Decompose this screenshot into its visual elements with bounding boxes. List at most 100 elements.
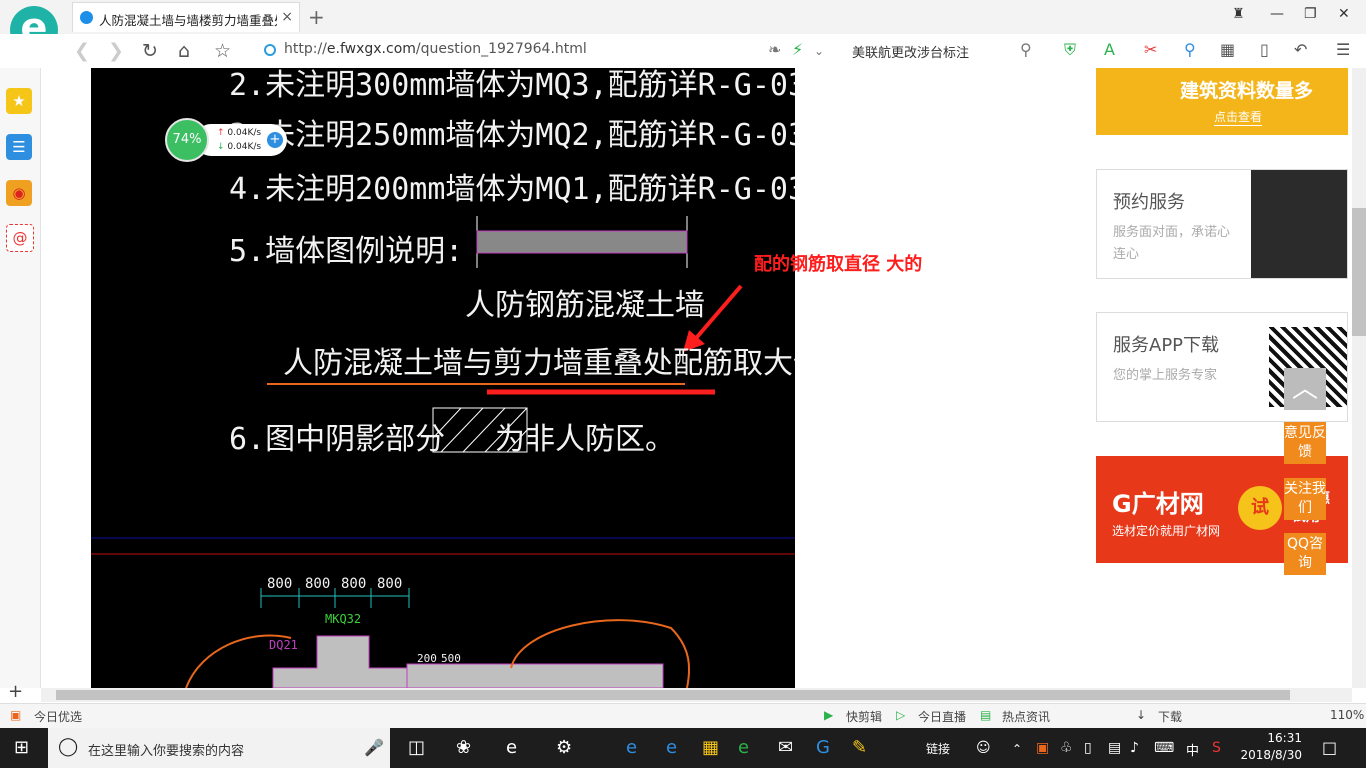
forward-icon[interactable]: ❯ (108, 40, 124, 62)
notification-bell-icon[interactable]: ♧ (1060, 740, 1073, 756)
taskbar-search-box[interactable]: ◯ 在这里输入你要搜索的内容 🎤 (48, 728, 390, 768)
ad-banner-materials[interactable]: 建筑资料数量多 点击查看 (1096, 68, 1348, 135)
kuaijianji-link[interactable]: 快剪辑 (846, 708, 882, 725)
shield-icon[interactable]: ⛨ (1064, 40, 1076, 60)
glodon-icon[interactable]: G (816, 737, 830, 758)
minimize-button[interactable]: — (1270, 6, 1284, 22)
favorites-icon[interactable]: ★ (6, 88, 32, 114)
fan-app-icon[interactable]: ❀ (456, 737, 471, 758)
keyboard-icon[interactable]: ⌨ (1154, 740, 1174, 756)
speed-mode-icon[interactable]: ⚡ (792, 40, 803, 59)
chevron-down-icon[interactable]: ⌄ (814, 44, 824, 58)
tray-expand-icon[interactable]: ⌃ (1012, 742, 1022, 756)
card-appointment[interactable]: 预约服务 服务面对面，承诺心连心 (1096, 169, 1348, 279)
close-window-button[interactable]: ✕ (1338, 6, 1350, 22)
share-icon[interactable]: ❧ (768, 40, 781, 59)
ie-icon[interactable]: e (666, 737, 677, 758)
microphone-icon[interactable]: 🎤 (364, 738, 384, 757)
reading-list-icon[interactable]: ☰ (6, 134, 32, 160)
back-icon[interactable]: ❮ (74, 40, 90, 62)
horizontal-scroll-thumb[interactable] (56, 690, 1290, 700)
tab-close-icon[interactable]: × (281, 9, 293, 25)
feedback-button[interactable]: 意见反馈 (1284, 422, 1326, 464)
edge-icon[interactable]: e (626, 737, 637, 758)
menu-icon[interactable]: ☰ (1336, 40, 1350, 59)
banner1-link[interactable]: 点击查看 (1214, 108, 1263, 126)
new-tab-button[interactable]: + (308, 5, 325, 29)
volume-muted-icon[interactable]: ♪ (1130, 740, 1139, 756)
tab-title: 人防混凝土墙与墙楼剪力墙重叠处 (99, 13, 277, 28)
tray-app-icon[interactable]: ▣ (1036, 740, 1049, 756)
address-input[interactable]: http://e.fwxgx.com/question_1927964.html (284, 41, 587, 57)
site-security-icon (264, 44, 276, 56)
card1-desc: 服务面对面，承诺心连心 (1113, 225, 1231, 262)
taskbar-clock[interactable]: 16:31 2018/8/30 (1240, 730, 1302, 764)
task-view-icon[interactable]: ◫ (408, 737, 425, 758)
live-link[interactable]: 今日直播 (918, 708, 966, 725)
screenshot-icon[interactable]: ✂ (1144, 40, 1157, 59)
undo-close-icon[interactable]: ↶ (1294, 40, 1307, 59)
translate-icon[interactable]: A (1104, 40, 1115, 59)
mail-taskbar-icon[interactable]: ✉ (778, 737, 793, 758)
cortana-icon: ◯ (58, 736, 79, 757)
back-to-top-button[interactable]: ︿ (1284, 368, 1326, 410)
red-annotation: 配的钢筋取直径 大的 (754, 254, 923, 275)
app-icon[interactable]: ⚙ (556, 737, 572, 758)
follow-us-button[interactable]: 关注我们 (1284, 478, 1326, 520)
cad-tag-mkq: MKQ32 (325, 612, 362, 626)
mail-icon[interactable]: @ (6, 224, 34, 252)
network-speed-widget[interactable]: 74% ↑ 0.04K/s ↓ 0.04K/s + (165, 118, 293, 162)
today-picks-link[interactable]: 今日优选 (34, 708, 82, 725)
arrow-up-icon: ↑ (217, 128, 225, 138)
ie-app-icon[interactable]: e (506, 737, 517, 758)
apps-grid-icon[interactable]: ▦ (1220, 40, 1235, 59)
refresh-icon[interactable]: ↻ (142, 40, 158, 62)
card2-desc: 您的掌上服务专家 (1113, 368, 1218, 383)
browser-taskbar-icon[interactable]: e (738, 737, 749, 758)
search-suggestion[interactable]: 美联航更改涉台标注 (852, 42, 969, 61)
find-icon[interactable]: ⚲ (1184, 40, 1196, 59)
search-icon[interactable]: ⚲ (1020, 40, 1032, 59)
home-icon[interactable]: ⌂ (178, 40, 190, 62)
ime-indicator[interactable]: 中 (1186, 740, 1199, 759)
cad-dim-500: 500 (441, 652, 461, 665)
tab-active[interactable]: 人防混凝土墙与墙楼剪力墙重叠处 × (72, 2, 300, 32)
vertical-scrollbar[interactable] (1352, 68, 1366, 688)
news-icon: ▤ (980, 708, 992, 722)
cad-dim-200: 200 (417, 652, 437, 665)
news-link[interactable]: 热点资讯 (1002, 708, 1050, 725)
cad-note-6: 6.图中阴影部分 (229, 422, 446, 457)
sogou-icon[interactable]: S (1212, 740, 1221, 756)
zoom-level[interactable]: 110% (1330, 708, 1364, 722)
battery-icon[interactable]: ▯ (1084, 740, 1092, 756)
action-center-icon[interactable]: □ (1322, 738, 1337, 757)
taskbar-link-label[interactable]: 链接 (926, 740, 950, 757)
url-path: /question_1927964.html (415, 41, 587, 57)
gift-icon: ▣ (10, 708, 22, 722)
skin-icon[interactable]: ♜ (1232, 6, 1245, 22)
bookmark-star-icon[interactable]: ☆ (214, 40, 231, 62)
network-icon[interactable]: ▤ (1108, 740, 1121, 756)
weibo-icon[interactable]: ◉ (6, 180, 32, 206)
cad-wall-label: 人防钢筋混凝土墙 (465, 288, 705, 323)
banner1-title: 建筑资料数量多 (1180, 80, 1314, 102)
speed-plus-icon[interactable]: + (267, 132, 283, 148)
taskbar-search-placeholder: 在这里输入你要搜索的内容 (88, 744, 245, 759)
url-domain: e.fwxgx.com (326, 41, 416, 57)
notes-icon[interactable]: ✎ (852, 737, 867, 758)
add-sidebar-icon[interactable]: + (8, 681, 23, 702)
clock-date: 2018/8/30 (1240, 748, 1302, 762)
cad-dim: 800 (305, 576, 331, 592)
download-link[interactable]: 下载 (1158, 708, 1182, 725)
vertical-scroll-thumb[interactable] (1352, 208, 1366, 336)
windows-start-icon[interactable]: ⊞ (14, 737, 29, 758)
navigation-bar (0, 34, 1366, 69)
cad-overlap-note: 人防混凝土墙与剪力墙重叠处配筋取大值。 (283, 346, 795, 381)
restore-button[interactable]: ❐ (1304, 6, 1317, 22)
upload-speed: ↑ 0.04K/s (217, 128, 262, 138)
card2-title: 服务APP下载 (1113, 335, 1220, 356)
file-explorer-icon[interactable]: ▦ (702, 737, 719, 758)
reader-icon[interactable]: ▯ (1260, 40, 1269, 59)
people-icon[interactable]: ☺ (976, 740, 991, 756)
qq-consult-button[interactable]: QQ咨询 (1284, 533, 1326, 575)
